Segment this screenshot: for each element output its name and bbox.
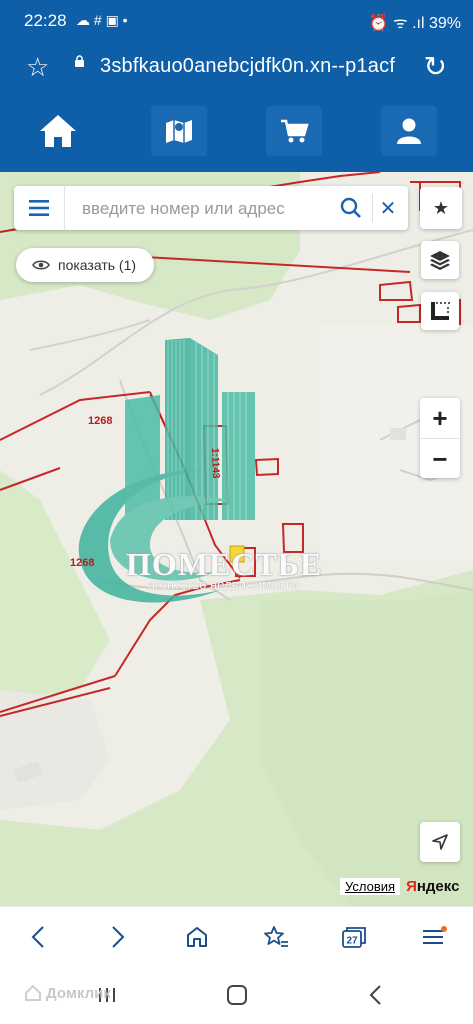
status-right-icons: ⏰ ᯤ .ıl 39%	[368, 15, 461, 32]
ruler-button[interactable]	[421, 292, 459, 330]
favorites-button[interactable]: ★	[420, 187, 462, 229]
map-attribution: Условия Яндекс	[340, 876, 459, 896]
cart-icon	[281, 119, 309, 143]
chevron-left-icon	[31, 926, 44, 948]
status-time: 22:28	[24, 11, 67, 30]
zoom-out-button[interactable]: −	[420, 439, 460, 479]
star-icon: ★	[432, 197, 450, 218]
bookmarks-button[interactable]	[256, 919, 296, 955]
domklik-watermark: Домклик	[24, 984, 111, 1002]
parcel-number-label: 1:1143	[209, 448, 221, 479]
browser-home-button[interactable]	[177, 919, 217, 955]
back-button[interactable]	[18, 919, 58, 955]
site-nav-bar	[0, 94, 473, 172]
chevron-right-icon	[112, 926, 125, 948]
browser-url-bar: ☆ 3sbfkauo0anebcjdfk0n.xn--p1acf ↻	[0, 40, 473, 94]
geolocation-button[interactable]	[420, 822, 460, 862]
tabs-icon: 27	[342, 927, 366, 948]
search-button[interactable]	[336, 194, 366, 222]
domklik-logo-icon	[25, 984, 41, 1001]
nav-map-button[interactable]	[151, 106, 207, 156]
navigation-arrow-icon	[432, 834, 448, 850]
nav-user-button[interactable]	[381, 106, 437, 156]
star-list-icon	[264, 926, 288, 947]
zoom-in-button[interactable]: +	[420, 398, 460, 439]
clear-button[interactable]: ✕	[372, 194, 403, 222]
eye-icon	[32, 259, 50, 271]
lock-icon	[75, 55, 84, 67]
browser-menu-button[interactable]	[414, 919, 454, 955]
system-back-button[interactable]	[360, 980, 390, 1010]
parcel-label-bottom: 1268	[70, 557, 94, 569]
hamburger-icon	[29, 200, 49, 216]
browser-bottom-bar: 27	[0, 906, 473, 967]
status-notification-icons: ☁ # ▣ •	[76, 12, 128, 28]
home-icon	[40, 115, 76, 147]
search-input[interactable]	[80, 194, 334, 224]
hamburger-menu-icon	[423, 926, 447, 944]
user-icon	[397, 118, 421, 144]
map-icon	[166, 120, 192, 143]
layers-button[interactable]	[421, 241, 459, 279]
parcel-label-top: 1268	[88, 415, 112, 427]
system-home-button[interactable]	[222, 980, 252, 1010]
map-area[interactable]: 1268 1268 1:1143	[0, 172, 473, 906]
status-bar: 22:28 ☁ # ▣ • ⏰ ᯤ .ıl 39%	[0, 0, 473, 40]
reload-icon[interactable]: ↻	[424, 50, 447, 83]
url-text[interactable]: 3sbfkauo0anebcjdfk0n.xn--p1acf	[100, 55, 395, 78]
search-box: ✕	[14, 186, 408, 230]
search-icon	[340, 197, 361, 218]
back-chevron-icon	[369, 985, 381, 1005]
home-outline-icon	[187, 927, 207, 947]
menu-button[interactable]	[14, 186, 65, 230]
close-icon: ✕	[379, 197, 397, 220]
watermark-subtitle: агентство недвижимости	[148, 577, 298, 592]
tabs-button[interactable]: 27	[334, 919, 374, 955]
home-square-icon	[227, 985, 247, 1005]
nav-home-button[interactable]	[30, 106, 86, 156]
bookmark-star-icon[interactable]: ☆	[26, 52, 49, 83]
svg-text:27: 27	[346, 936, 358, 947]
ruler-icon	[431, 302, 450, 320]
yandex-logo: Яндекс	[406, 877, 460, 895]
layers-icon	[430, 251, 450, 270]
terms-link[interactable]: Условия	[340, 877, 401, 895]
nav-cart-button[interactable]	[266, 106, 322, 156]
show-results-button[interactable]: показать (1)	[16, 248, 154, 282]
map-canvas: 1268 1268 1:1143	[0, 172, 473, 906]
zoom-control: + −	[420, 398, 460, 478]
forward-button[interactable]	[98, 919, 138, 955]
show-results-label: показать (1)	[58, 257, 137, 273]
